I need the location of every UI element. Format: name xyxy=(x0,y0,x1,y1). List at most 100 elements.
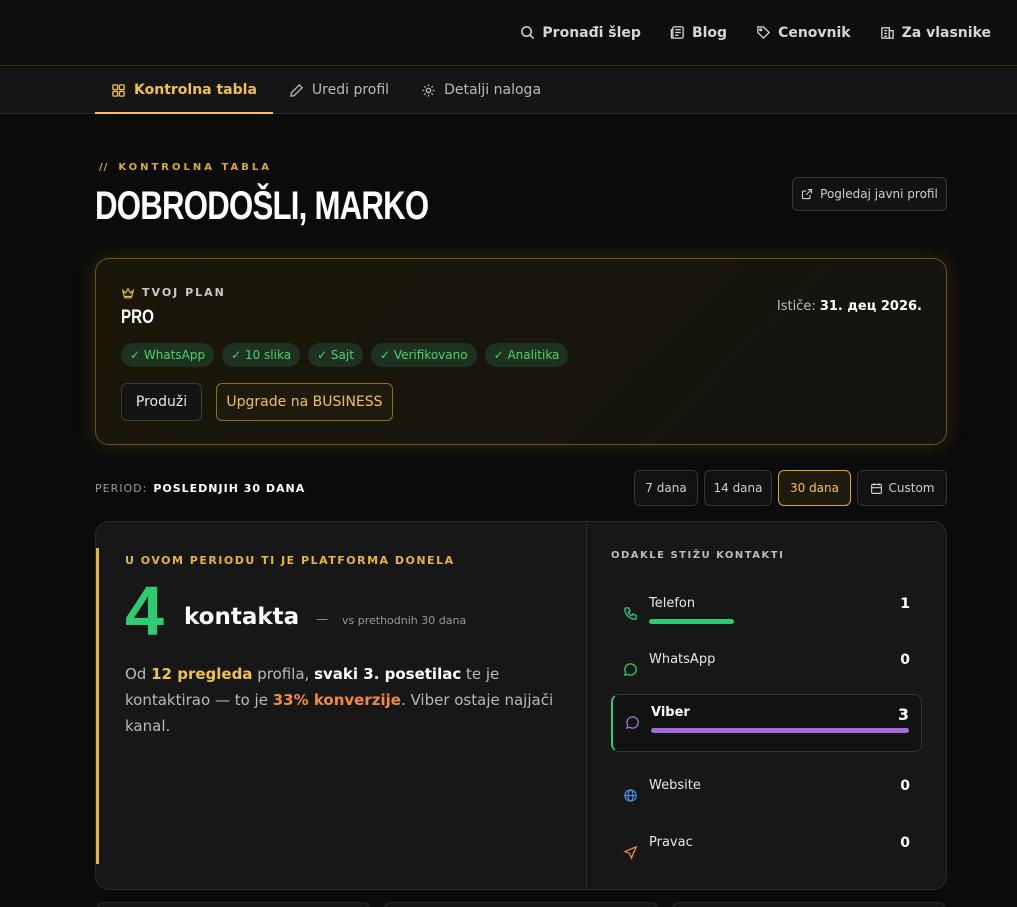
pencil-icon xyxy=(290,83,303,97)
view-public-profile-label: Pogledaj javni profil xyxy=(820,187,938,201)
viber-icon xyxy=(625,716,639,730)
source-name: Telefon xyxy=(649,596,696,611)
source-value: 1 xyxy=(900,596,910,612)
sources-title: ODAKLE STIŽU KONTAKTI xyxy=(611,550,785,561)
dashboard-tabs: Kontrolna tabla Uredi profil Detalji nal… xyxy=(0,67,1017,114)
source-value: 3 xyxy=(897,705,909,724)
contacts-summary: U OVOM PERIODU TI JE PLATFORMA DONELA 4 … xyxy=(96,522,587,889)
period-7-days-button[interactable]: 7 dana xyxy=(634,470,698,506)
comparison-dash: — xyxy=(316,612,328,626)
page-title: DOBRODOŠLI, MARKO xyxy=(95,184,429,228)
nav-blog-label: Blog xyxy=(691,24,728,41)
search-icon xyxy=(521,26,535,40)
comparison-text: vs prethodnih 30 dana xyxy=(342,614,467,627)
source-bar-track xyxy=(649,675,909,680)
source-value: 0 xyxy=(900,835,910,851)
navigation-icon xyxy=(623,845,638,860)
contact-sources: ODAKLE STIŽU KONTAKTI Telefon 1 WhatsApp… xyxy=(587,522,946,889)
plan-label: TVOJ PLAN xyxy=(121,286,226,299)
nav-pricing-label: Cenovnik xyxy=(778,24,851,41)
accent-bar xyxy=(96,548,99,864)
nav-blog[interactable]: Blog xyxy=(670,25,727,41)
whatsapp-icon xyxy=(623,663,637,677)
source-bar-track xyxy=(651,728,911,733)
tab-edit-profile[interactable]: Uredi profil xyxy=(273,67,405,113)
period-custom-label: Custom xyxy=(888,481,935,495)
next-card xyxy=(95,902,373,907)
eyebrow-text: KONTROLNA TABLA xyxy=(118,162,272,173)
source-name: Viber xyxy=(651,705,690,720)
upgrade-plan-button[interactable]: Upgrade na BUSINESS xyxy=(216,383,393,421)
contacts-count: 4 xyxy=(125,572,164,650)
plan-expiry-date: 31. дец 2026. xyxy=(819,299,922,314)
source-bar-track xyxy=(649,858,909,863)
dashboard-icon xyxy=(112,83,125,97)
view-public-profile-button[interactable]: Pogledaj javni profil xyxy=(792,177,947,211)
source-name: Website xyxy=(649,778,701,793)
newspaper-icon xyxy=(670,26,684,39)
tab-dashboard[interactable]: Kontrolna tabla xyxy=(95,67,273,114)
source-name: WhatsApp xyxy=(649,652,716,667)
source-value: 0 xyxy=(900,778,910,794)
calendar-icon xyxy=(870,482,882,494)
source-bar-track xyxy=(649,801,909,806)
period-indicator: PERIOD: POSLEDNJIH 30 DANA xyxy=(95,482,305,495)
external-link-icon xyxy=(802,188,813,200)
nav-owners-label: Za vlasnike xyxy=(901,24,991,41)
summary-eyebrow: U OVOM PERIODU TI JE PLATFORMA DONELA xyxy=(125,554,455,567)
nav-owners[interactable]: Za vlasnike xyxy=(880,25,991,41)
tab-account-details[interactable]: Detalji naloga xyxy=(405,67,557,113)
feature-badge: ✓ WhatsApp xyxy=(121,343,215,367)
globe-icon xyxy=(624,789,637,802)
extend-plan-button[interactable]: Produži xyxy=(121,383,202,421)
plan-card: TVOJ PLAN PRO Ističe: 31. дец 2026. ✓ Wh… xyxy=(95,258,947,445)
period-selector: 7 dana 14 dana 30 dana Custom xyxy=(634,470,947,506)
next-card xyxy=(669,902,947,907)
contacts-stats-card: U OVOM PERIODU TI JE PLATFORMA DONELA 4 … xyxy=(95,521,947,890)
feature-badge: ✓ Analitika xyxy=(484,343,569,367)
tab-edit-profile-label: Uredi profil xyxy=(311,82,390,98)
top-navigation: Pronađi šlep Blog Cenovnik Za vlasnike xyxy=(0,0,1017,66)
page-eyebrow: // KONTROLNA TABLA xyxy=(99,162,272,173)
building-icon xyxy=(880,27,894,39)
source-row-whatsapp: WhatsApp 0 xyxy=(611,642,922,700)
contacts-unit: kontakta xyxy=(184,604,300,630)
tab-dashboard-label: Kontrolna tabla xyxy=(134,82,257,98)
nav-pricing[interactable]: Cenovnik xyxy=(756,25,851,41)
eyebrow-slashes: // xyxy=(99,162,109,173)
source-row-directions: Pravac 0 xyxy=(611,825,922,883)
source-row-website: Website 0 xyxy=(611,768,922,826)
nav-find-tow-label: Pronađi šlep xyxy=(542,24,641,41)
gear-icon xyxy=(422,83,435,97)
phone-icon xyxy=(624,607,637,620)
next-card xyxy=(382,902,660,907)
source-bar-fill xyxy=(651,728,909,733)
plan-name: PRO xyxy=(121,307,154,328)
source-name: Pravac xyxy=(649,835,693,850)
source-row-viber: Viber 3 xyxy=(611,694,922,752)
source-bar-fill xyxy=(649,619,734,624)
plan-expiry: Ističe: 31. дец 2026. xyxy=(777,299,922,314)
source-row-phone: Telefon 1 xyxy=(611,586,922,644)
feature-badge: ✓ Sajt xyxy=(308,343,363,367)
period-14-days-button[interactable]: 14 dana xyxy=(704,470,772,506)
desc-part: Od xyxy=(125,665,152,683)
conversion-rate: 33% konverzije xyxy=(272,691,401,709)
period-30-days-button[interactable]: 30 dana xyxy=(778,470,851,506)
summary-description: Od 12 pregleda profila, svaki 3. posetil… xyxy=(125,661,565,739)
visitor-ratio: svaki 3. posetilac xyxy=(314,665,462,683)
nav-find-tow[interactable]: Pronađi šlep xyxy=(520,25,641,41)
plan-actions: Produži Upgrade na BUSINESS xyxy=(121,383,393,421)
next-section-cards xyxy=(95,902,947,907)
period-custom-button[interactable]: Custom xyxy=(857,470,947,506)
feature-badge: ✓ Verifikovano xyxy=(370,343,477,367)
desc-part: profila, xyxy=(252,665,315,683)
period-value: POSLEDNJIH 30 DANA xyxy=(153,482,306,495)
tag-icon xyxy=(757,26,771,40)
views-count: 12 pregleda xyxy=(151,665,253,683)
tab-account-details-label: Detalji naloga xyxy=(444,82,542,98)
plan-label-text: TVOJ PLAN xyxy=(142,286,226,299)
plan-expiry-label: Ističe: xyxy=(776,299,816,314)
source-value: 0 xyxy=(900,652,910,668)
feature-badge: ✓ 10 slika xyxy=(222,343,301,367)
